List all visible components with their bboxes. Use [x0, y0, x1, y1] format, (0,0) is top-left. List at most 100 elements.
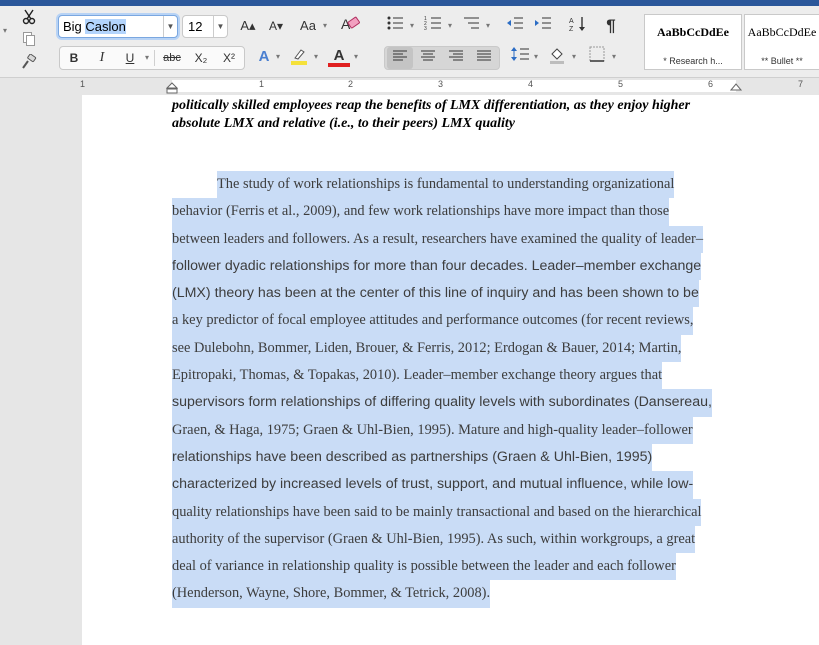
text-line: see Dulebohn, Bommer, Liden, Brouer, & F…	[172, 334, 742, 363]
ruler-number: 1	[259, 79, 265, 89]
line-text: Epitropaki, Thomas, & Topakas, 2010). Le…	[172, 362, 663, 390]
line-text: behavior (Ferris et al., 2009), and few …	[172, 198, 670, 226]
shading-icon[interactable]	[546, 46, 568, 68]
bullets-dropdown-icon[interactable]: ▾	[408, 15, 416, 37]
line-text: supervisors form relationships of differ…	[172, 389, 712, 417]
line-text: deal of variance in relationship quality…	[172, 553, 676, 581]
font-style-group: B I U ▾ abc X₂ X²	[59, 46, 245, 70]
ruler-number: 6	[708, 79, 714, 89]
style-sample: AaBbCcDdEe	[656, 25, 729, 39]
increase-indent-icon[interactable]	[532, 15, 554, 37]
paste-dropdown-icon[interactable]: ▾	[3, 26, 7, 35]
style-bullet[interactable]: AaBbCcDdEe ** Bullet **	[744, 14, 819, 70]
strikethrough-button[interactable]: abc	[158, 47, 186, 69]
line-text: The study of work relationships is funda…	[217, 171, 675, 199]
text-line: behavior (Ferris et al., 2009), and few …	[172, 198, 742, 226]
separator	[154, 50, 155, 66]
align-center-icon[interactable]	[415, 47, 441, 69]
bold-button[interactable]: B	[64, 47, 84, 69]
superscript-button[interactable]: X²	[218, 47, 240, 69]
align-right-icon[interactable]	[443, 47, 469, 69]
right-indent-marker-icon[interactable]	[730, 82, 742, 92]
font-size-dropdown-icon[interactable]: ▼	[213, 16, 227, 37]
line-text: between leaders and followers. As a resu…	[172, 225, 704, 253]
font-name-dropdown-icon[interactable]: ▼	[163, 16, 177, 37]
change-case-button[interactable]: Aa	[296, 15, 320, 37]
underline-dropdown-icon[interactable]: ▾	[142, 47, 152, 69]
style-name: ** Bullet **	[761, 56, 803, 66]
line-spacing-dropdown-icon[interactable]: ▾	[532, 46, 540, 68]
text-effects-button[interactable]: A	[254, 46, 274, 68]
font-size-combo[interactable]: 12 ▼	[182, 15, 228, 38]
alignment-group	[384, 46, 500, 70]
clear-formatting-icon[interactable]: A	[336, 13, 366, 39]
font-size-value: 12	[188, 19, 203, 34]
document-heading: politically skilled employees reap the b…	[172, 97, 752, 133]
shrink-font-button[interactable]: A▾	[264, 15, 288, 37]
text-line: Epitropaki, Thomas, & Topakas, 2010). Le…	[172, 362, 742, 390]
style-research-heading[interactable]: AaBbCcDdEe * Research h...	[644, 14, 742, 70]
selected-paragraph[interactable]: The study of work relationships is funda…	[172, 171, 742, 608]
font-name-selected-text: Caslon	[85, 19, 126, 34]
grow-font-button[interactable]: A▴	[236, 15, 260, 37]
decrease-indent-icon[interactable]	[504, 15, 526, 37]
underline-button[interactable]: U	[120, 47, 140, 69]
style-name: * Research h...	[663, 56, 723, 66]
text-line: authority of the supervisor (Graen & Uhl…	[172, 525, 742, 554]
highlight-dropdown-icon[interactable]: ▾	[312, 46, 320, 68]
font-color-button[interactable]: A	[328, 46, 350, 67]
format-painter-icon[interactable]	[18, 53, 40, 74]
document-page[interactable]: politically skilled employees reap the b…	[82, 95, 819, 645]
numbering-icon[interactable]: 123	[422, 15, 444, 37]
left-indent-marker-icon[interactable]	[166, 82, 178, 94]
ruler-number: 3	[438, 79, 444, 89]
shading-dropdown-icon[interactable]: ▾	[570, 46, 578, 68]
line-text: relationships have been described as par…	[172, 443, 653, 472]
heading-line: absolute LMX and relative (i.e., to thei…	[172, 116, 515, 131]
align-left-icon[interactable]	[387, 47, 413, 69]
text-effects-dropdown-icon[interactable]: ▾	[274, 46, 282, 68]
line-text: quality relationships have been said to …	[172, 498, 702, 526]
italic-button[interactable]: I	[92, 47, 112, 69]
text-line: a key predictor of focal employee attitu…	[172, 307, 742, 335]
text-line: between leaders and followers. As a resu…	[172, 225, 742, 253]
line-text: characterized by increased levels of tru…	[172, 471, 694, 499]
justify-icon[interactable]	[471, 47, 497, 69]
line-text: see Dulebohn, Bommer, Liden, Brouer, & F…	[172, 334, 682, 363]
multilevel-list-icon[interactable]	[460, 15, 482, 37]
subscript-button[interactable]: X₂	[190, 47, 212, 69]
text-line: (Henderson, Wayne, Shore, Bommer, & Tetr…	[172, 580, 742, 608]
font-name-combo[interactable]: Big Caslon ▼	[58, 15, 178, 38]
line-text: a key predictor of focal employee attitu…	[172, 307, 694, 335]
line-text: (Henderson, Wayne, Shore, Bommer, & Tetr…	[172, 580, 491, 608]
highlight-icon[interactable]	[288, 46, 310, 68]
copy-icon[interactable]	[18, 31, 40, 51]
home-ribbon: ▾ Big Caslon ▼ 12 ▼ A▴ A▾ Aa ▾ A B I U ▾…	[0, 6, 819, 78]
ruler-number: 4	[528, 79, 534, 89]
show-formatting-marks-icon[interactable]: ¶	[600, 15, 622, 37]
font-name-text: Big	[63, 19, 86, 34]
numbering-dropdown-icon[interactable]: ▾	[446, 15, 454, 37]
text-line: supervisors form relationships of differ…	[172, 389, 742, 417]
cut-icon[interactable]	[18, 9, 40, 29]
ruler-text-area	[172, 80, 736, 92]
text-line: The study of work relationships is funda…	[172, 171, 742, 199]
text-line: Graen, & Haga, 1975; Graen & Uhl-Bien, 1…	[172, 416, 742, 444]
change-case-dropdown-icon[interactable]: ▾	[320, 15, 330, 37]
line-text: authority of the supervisor (Graen & Uhl…	[172, 525, 696, 554]
multilevel-dropdown-icon[interactable]: ▾	[484, 15, 492, 37]
borders-icon[interactable]	[586, 46, 608, 68]
clipboard-group: ▾	[0, 6, 46, 78]
horizontal-ruler[interactable]: 1 1 2 3 4 5 6 7	[0, 79, 819, 95]
borders-dropdown-icon[interactable]: ▾	[610, 46, 618, 68]
bullets-icon[interactable]	[384, 15, 406, 37]
heading-line: politically skilled employees reap the b…	[172, 98, 691, 113]
sort-icon[interactable]: AZ	[566, 15, 590, 37]
svg-text:A: A	[569, 18, 574, 25]
line-spacing-icon[interactable]	[508, 46, 532, 68]
line-text: follower dyadic relationships for more t…	[172, 252, 702, 281]
ruler-number: 7	[798, 79, 804, 89]
text-line: relationships have been described as par…	[172, 443, 742, 472]
text-line: (LMX) theory has been at the center of t…	[172, 280, 742, 308]
font-color-dropdown-icon[interactable]: ▾	[352, 46, 360, 68]
